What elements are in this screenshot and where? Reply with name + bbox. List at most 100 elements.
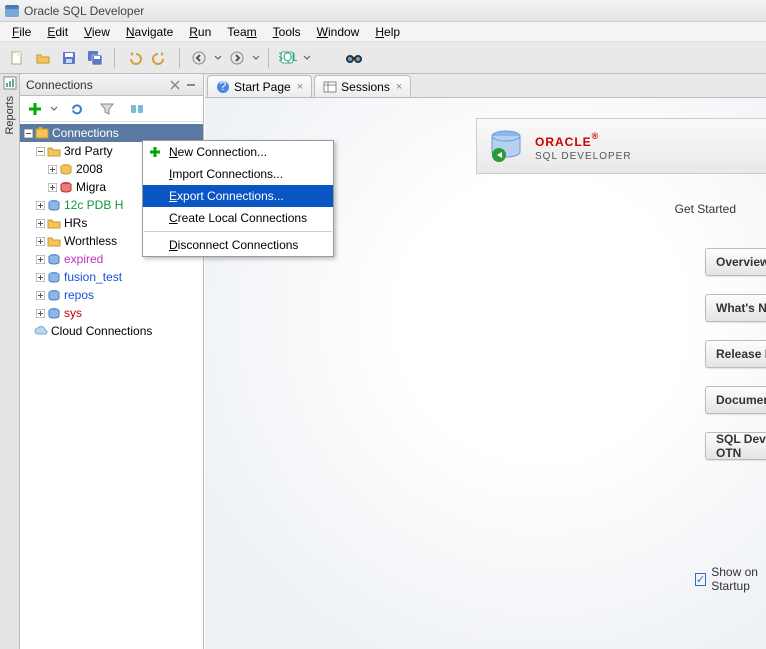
tns-icon[interactable] xyxy=(126,98,148,120)
back-icon[interactable] xyxy=(188,47,210,69)
menu-help[interactable]: Help xyxy=(367,23,408,41)
documentation-button[interactable]: Documentation xyxy=(705,386,766,414)
minimize-icon[interactable] xyxy=(185,79,197,91)
save-all-icon[interactable] xyxy=(84,47,106,69)
ctx-new-connection[interactable]: New Connection... xyxy=(143,141,333,163)
brand-box: ORACLE® SQL DEVELOPER xyxy=(476,118,766,174)
connections-context-menu: New Connection... Import Connections... … xyxy=(142,140,334,257)
reports-icon xyxy=(3,76,17,90)
get-started-buttons: Overview Video What's New Release Notes … xyxy=(705,248,766,460)
release-notes-button[interactable]: Release Notes xyxy=(705,340,766,368)
tree-node-sys[interactable]: sys xyxy=(20,304,203,322)
overview-video-button[interactable]: Overview Video xyxy=(705,248,766,276)
toolbar-separator xyxy=(179,48,180,68)
tree-label: Worthless xyxy=(64,234,117,248)
whats-new-button[interactable]: What's New xyxy=(705,294,766,322)
folder-icon xyxy=(47,144,61,158)
tree-label: expired xyxy=(64,252,103,266)
collapse-icon[interactable] xyxy=(34,145,46,157)
new-connection-icon[interactable] xyxy=(24,98,46,120)
menu-tools[interactable]: Tools xyxy=(265,23,309,41)
tree-node-fusion[interactable]: fusion_test xyxy=(20,268,203,286)
otn-button[interactable]: SQL Developer on OTN xyxy=(705,432,766,460)
ctx-export-connections[interactable]: Export Connections... xyxy=(143,185,333,207)
close-icon[interactable]: × xyxy=(396,81,402,93)
menu-run[interactable]: Run xyxy=(181,23,219,41)
folder-icon xyxy=(47,216,61,230)
connections-toolbar xyxy=(20,96,203,122)
tab-label: Sessions xyxy=(341,80,390,94)
brand-sub: SQL DEVELOPER xyxy=(535,151,632,162)
binoculars-icon[interactable] xyxy=(343,47,365,69)
reports-strip[interactable]: Reports xyxy=(0,74,20,649)
redo-icon[interactable] xyxy=(149,47,171,69)
window-title: Oracle SQL Developer xyxy=(24,4,144,18)
expand-icon[interactable] xyxy=(34,217,46,229)
tree-label: Cloud Connections xyxy=(51,324,152,338)
toolbar-separator xyxy=(114,48,115,68)
close-icon[interactable]: × xyxy=(297,81,303,93)
database-icon xyxy=(47,198,61,212)
forward-dropdown-icon[interactable] xyxy=(252,47,260,69)
tree-node-cloud[interactable]: Cloud Connections xyxy=(20,322,203,340)
tree-label: 3rd Party xyxy=(64,144,113,158)
get-started-heading: Get Started xyxy=(675,202,736,216)
database-logo-icon xyxy=(487,127,525,165)
ctx-import-connections[interactable]: Import Connections... xyxy=(143,163,333,185)
menu-edit[interactable]: Edit xyxy=(39,23,76,41)
menu-separator xyxy=(144,231,332,232)
expand-icon[interactable] xyxy=(46,163,58,175)
tree-node-repos[interactable]: repos xyxy=(20,286,203,304)
cloud-icon xyxy=(34,324,48,338)
connections-panel-title: Connections xyxy=(26,78,165,92)
expand-icon[interactable] xyxy=(34,199,46,211)
menu-window[interactable]: Window xyxy=(309,23,368,41)
new-connection-dropdown-icon[interactable] xyxy=(50,98,58,120)
database-icon xyxy=(59,180,73,194)
undo-icon[interactable] xyxy=(123,47,145,69)
tree-label: 2008 xyxy=(76,162,103,176)
expand-icon[interactable] xyxy=(34,271,46,283)
close-icon[interactable] xyxy=(169,79,181,91)
menu-team[interactable]: Team xyxy=(219,23,264,41)
ctx-disconnect-connections[interactable]: Disconnect Connections xyxy=(143,234,333,256)
save-icon[interactable] xyxy=(58,47,80,69)
tree-label: Migra xyxy=(76,180,106,194)
ctx-create-local-connections[interactable]: Create Local Connections xyxy=(143,207,333,229)
collapse-icon[interactable] xyxy=(22,127,34,139)
expand-icon[interactable] xyxy=(34,307,46,319)
svg-text:?: ? xyxy=(220,80,227,93)
database-icon xyxy=(47,288,61,302)
expand-icon[interactable] xyxy=(34,289,46,301)
expand-icon[interactable] xyxy=(46,181,58,193)
tab-sessions[interactable]: Sessions × xyxy=(314,75,411,97)
folder-icon xyxy=(47,234,61,248)
database-icon xyxy=(47,270,61,284)
menu-file[interactable]: File xyxy=(4,23,39,41)
filter-icon[interactable] xyxy=(96,98,118,120)
forward-icon[interactable] xyxy=(226,47,248,69)
connections-root-icon xyxy=(35,126,49,140)
menu-navigate[interactable]: Navigate xyxy=(118,23,181,41)
open-file-icon[interactable] xyxy=(32,47,54,69)
reports-label: Reports xyxy=(4,96,16,135)
tab-start-page[interactable]: ? Start Page × xyxy=(207,75,312,97)
tree-label: fusion_test xyxy=(64,270,122,284)
menu-view[interactable]: View xyxy=(76,23,118,41)
brand-oracle: ORACLE® xyxy=(535,130,632,151)
back-dropdown-icon[interactable] xyxy=(214,47,222,69)
help-icon: ? xyxy=(216,80,230,94)
tree-label: 12c PDB H xyxy=(64,198,123,212)
sql-icon[interactable]: SQL xyxy=(277,47,299,69)
refresh-icon[interactable] xyxy=(66,98,88,120)
sql-dropdown-icon[interactable] xyxy=(303,47,311,69)
titlebar: Oracle SQL Developer xyxy=(0,0,766,22)
expand-icon[interactable] xyxy=(34,235,46,247)
expand-icon[interactable] xyxy=(34,253,46,265)
svg-text:SQL: SQL xyxy=(279,50,297,64)
database-icon xyxy=(47,306,61,320)
editor-tabs: ? Start Page × Sessions × xyxy=(205,74,766,98)
new-file-icon[interactable] xyxy=(6,47,28,69)
database-icon xyxy=(59,162,73,176)
show-startup-checkbox[interactable]: ✓ xyxy=(695,573,706,586)
